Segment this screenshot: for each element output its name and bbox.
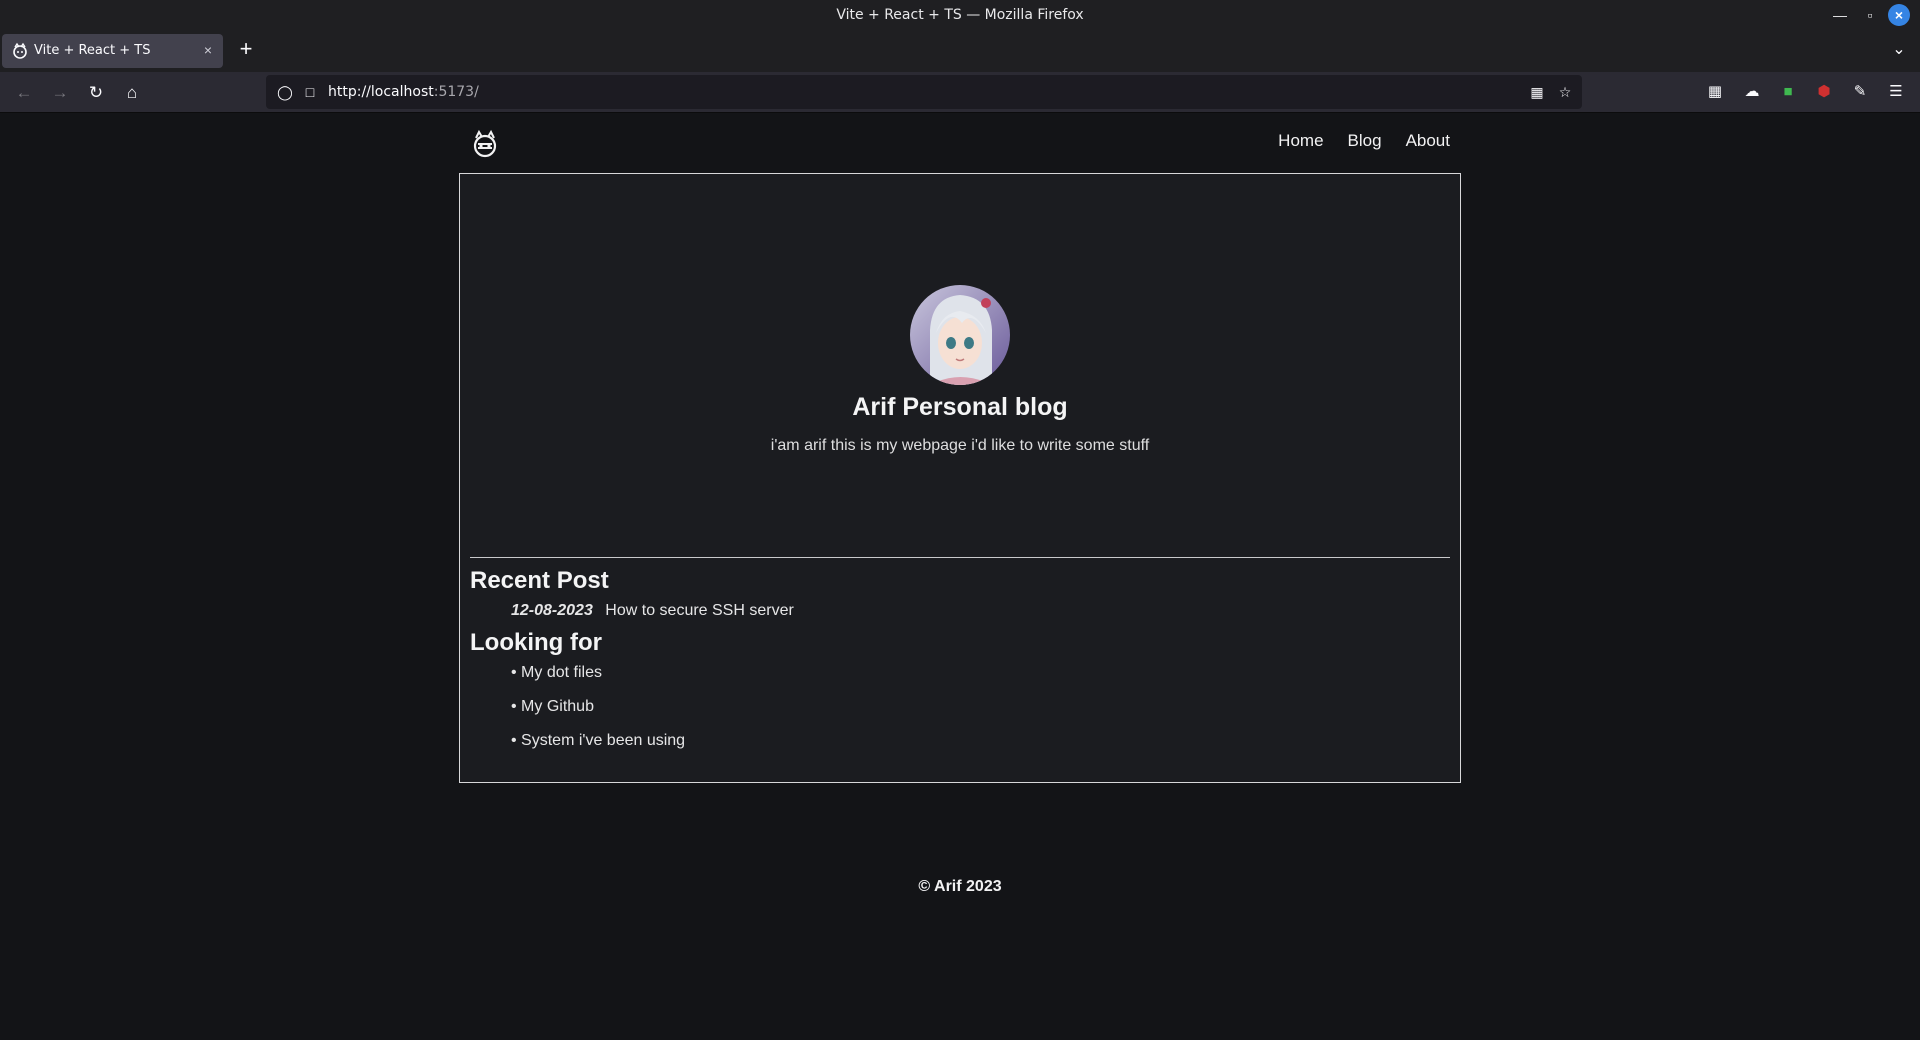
home-icon[interactable]: ⌂ (119, 80, 145, 106)
looking-item-system[interactable]: • System i've been using (511, 732, 685, 750)
recent-post-heading: Recent Post (470, 567, 609, 594)
url-text[interactable]: http://localhost:5173/ (328, 84, 479, 100)
reader-grid-icon[interactable]: ▦ (1528, 83, 1546, 101)
chevron-down-icon[interactable]: ⌄ (1888, 39, 1910, 61)
tab-label: Vite + React + TS (34, 43, 151, 58)
looking-item-github[interactable]: • My Github (511, 698, 594, 716)
bookmark-star-icon[interactable]: ☆ (1556, 83, 1574, 101)
maximize-icon[interactable]: ▫ (1858, 4, 1882, 26)
close-window-icon[interactable]: × (1888, 4, 1910, 26)
ublock-icon[interactable]: ⬢ (1814, 82, 1834, 102)
looking-for-heading: Looking for (470, 629, 602, 656)
recent-post-item[interactable]: 12-08-2023 How to secure SSH server (511, 602, 794, 620)
puzzle-extensions-icon[interactable]: ✎ (1850, 82, 1870, 102)
main-card: Arif Personal blog i'am arif this is my … (459, 173, 1461, 783)
blog-title: Arif Personal blog (852, 393, 1068, 421)
new-tab-button[interactable]: + (234, 38, 258, 62)
footer-copyright: © Arif 2023 (918, 878, 1002, 895)
tab-close-icon[interactable]: × (198, 40, 218, 60)
blog-subtitle: i'am arif this is my webpage i'd like to… (770, 437, 1150, 454)
extensions-grid-icon[interactable]: ▦ (1705, 82, 1725, 102)
forward-icon[interactable]: → (47, 80, 73, 106)
page-viewport: Home Blog About Arif Personal blog i'am … (0, 113, 1920, 1040)
minimize-icon[interactable]: — (1828, 4, 1852, 26)
url-bar[interactable]: ◯ □ http://localhost:5173/ ▦ ☆ (266, 75, 1582, 109)
nav-home-link[interactable]: Home (1278, 131, 1323, 151)
green-extension-icon[interactable]: ■ (1778, 82, 1798, 102)
hamburger-menu-icon[interactable]: ☰ (1886, 82, 1906, 102)
avatar (910, 285, 1010, 385)
site-logo-icon[interactable] (470, 129, 500, 159)
shield-icon[interactable]: ◯ (276, 83, 294, 101)
nav-blog-link[interactable]: Blog (1348, 131, 1382, 151)
tab-strip: Vite + React + TS × + ⌄ (0, 29, 1920, 72)
section-divider (470, 557, 1450, 558)
nav-about-link[interactable]: About (1406, 131, 1450, 151)
site-nav: Home Blog About (1278, 131, 1450, 151)
reload-icon[interactable]: ↻ (83, 80, 109, 106)
post-title-link[interactable]: How to secure SSH server (605, 602, 794, 619)
looking-item-dotfiles[interactable]: • My dot files (511, 664, 602, 682)
post-date: 12-08-2023 (511, 602, 593, 619)
window-title: Vite + React + TS — Mozilla Firefox (836, 7, 1084, 23)
page-info-icon[interactable]: □ (301, 83, 319, 101)
tab-active[interactable]: Vite + React + TS × (2, 34, 223, 68)
back-icon[interactable]: ← (11, 80, 37, 106)
favicon-icon (13, 42, 27, 59)
window-titlebar: Vite + React + TS — Mozilla Firefox — ▫ … (0, 0, 1920, 29)
sync-icon[interactable]: ☁ (1742, 82, 1762, 102)
navigation-toolbar: ← → ↻ ⌂ ◯ □ http://localhost:5173/ ▦ ☆ ▦… (0, 72, 1920, 113)
